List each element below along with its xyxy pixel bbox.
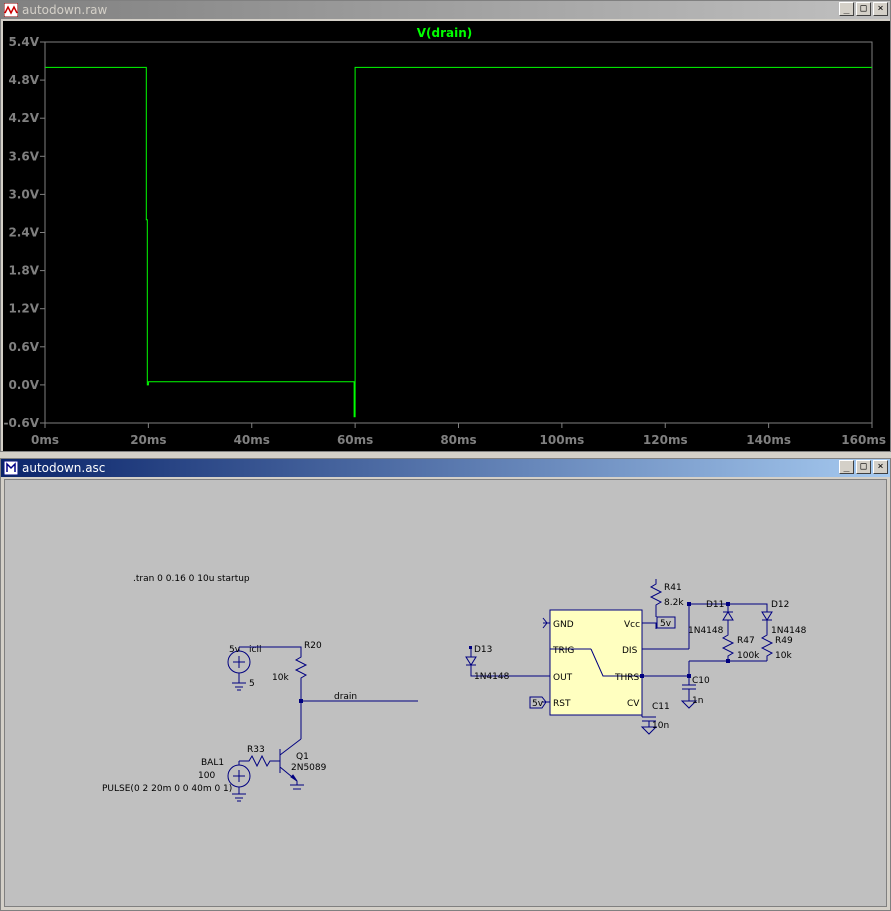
resistor-r33[interactable] (239, 754, 273, 768)
y-tick-label: 2.4V (8, 226, 39, 240)
resistor-r20[interactable] (294, 651, 308, 701)
pin-thrs: THRS (614, 673, 640, 683)
r20-value: 10k (272, 673, 289, 683)
plot-window-title: autodown.raw (22, 3, 108, 17)
plot-window-titlebar[interactable]: autodown.raw _ □ × (1, 1, 890, 19)
c10-value: 1n (692, 696, 703, 706)
plot-window: autodown.raw _ □ × 5.4V 4.8V 4.2V 3.6V 3.0V 2… (0, 0, 891, 452)
y-tick-label: 0.6V (8, 340, 39, 354)
r20-name: R20 (304, 641, 322, 651)
x-tick-label: 40ms (234, 433, 270, 447)
maximize-button[interactable]: □ (856, 460, 871, 474)
waveform-plot-area[interactable]: 5.4V 4.8V 4.2V 3.6V 3.0V 2.4V 1.8V 1.2V 0.6V 0.0V… (3, 21, 890, 451)
c10-name: C10 (692, 676, 710, 686)
y-tick-label: 1.2V (8, 302, 39, 316)
schematic-window-title: autodown.asc (22, 461, 106, 475)
y-tick-label: -0.6V (3, 416, 39, 430)
schematic-app-icon (4, 461, 18, 475)
schematic-canvas[interactable]: .tran 0 0.16 0 10u startup 5v icll 5 R20… (4, 479, 887, 907)
q1-model: 2N5089 (291, 763, 327, 773)
bal1-name: BAL1 (201, 758, 224, 768)
maximize-button[interactable]: □ (856, 2, 871, 16)
diode-d12[interactable] (728, 603, 773, 631)
waveform-app-icon (4, 3, 18, 17)
x-tick-label: 140ms (746, 433, 791, 447)
y-tick-label: 0.0V (8, 378, 39, 392)
v1-value: 5v (229, 645, 241, 655)
x-tick-label: 160ms (841, 433, 886, 447)
c11-name: C11 (652, 702, 670, 712)
pin-trig: TRIG (552, 646, 574, 656)
x-tick-label: 120ms (643, 433, 688, 447)
y-tick-label: 4.8V (8, 73, 39, 87)
resistor-r47[interactable] (721, 631, 735, 661)
voltage-source-bal1[interactable] (227, 761, 251, 802)
d13-name: D13 (474, 645, 492, 655)
chart-title: V(drain) (417, 26, 473, 40)
pin-rst: RST (553, 699, 571, 709)
minimize-button[interactable]: _ (839, 2, 854, 16)
r33-name: R33 (247, 745, 265, 755)
r41-name: R41 (664, 583, 682, 593)
close-button[interactable]: × (873, 2, 888, 16)
r49-value: 10k (775, 651, 792, 661)
schematic-window-titlebar[interactable]: autodown.asc _ □ × (1, 459, 890, 477)
junction-drain (299, 699, 303, 703)
plot-frame (44, 41, 873, 424)
v1-dc: 5 (249, 679, 255, 689)
diode-d11[interactable] (722, 604, 734, 631)
vcc-net-label: 5v (660, 619, 672, 629)
r41-value: 8.2k (664, 598, 684, 608)
c11-value: 10n (652, 721, 669, 731)
x-tick-label: 100ms (540, 433, 585, 447)
drain-net-label: drain (334, 692, 357, 702)
pin-vcc: Vcc (624, 620, 640, 630)
q1-name: Q1 (296, 752, 309, 762)
r47-name: R47 (737, 636, 755, 646)
x-tick-label: 80ms (440, 433, 476, 447)
d12-name: D12 (771, 600, 789, 610)
r49-name: R49 (775, 636, 793, 646)
d11-model: 1N4148 (688, 626, 724, 636)
d12-model: 1N4148 (771, 626, 807, 636)
y-tick-label: 4.2V (8, 111, 39, 125)
pin-gnd: GND (553, 620, 574, 630)
series-line-vdrain (45, 66, 872, 418)
r33-value: 100 (198, 771, 215, 781)
pin-dis: DIS (622, 646, 638, 656)
close-button[interactable]: × (873, 460, 888, 474)
y-tick-label: 1.8V (8, 264, 39, 278)
rst-net-label: 5v (532, 699, 544, 709)
resistor-r41[interactable] (649, 579, 663, 617)
tran-directive[interactable]: .tran 0 0.16 0 10u startup (133, 574, 250, 584)
d13-model: 1N4148 (474, 672, 510, 682)
x-tick-label: 20ms (130, 433, 166, 447)
r47-value: 100k (737, 651, 760, 661)
y-tick-label: 3.6V (8, 149, 39, 163)
x-tick-label: 60ms (337, 433, 373, 447)
minimize-button[interactable]: _ (839, 460, 854, 474)
x-tick-label: 0ms (31, 433, 59, 447)
y-tick-label: 3.0V (8, 187, 39, 201)
pin-cv: CV (627, 699, 640, 709)
schematic-drawing: .tran 0 0.16 0 10u startup 5v icll 5 R20… (102, 574, 807, 802)
y-tick-label: 5.4V (8, 35, 39, 49)
bal1-value: PULSE(0 2 20m 0 0 40m 0 1) (102, 784, 232, 794)
pin-out: OUT (553, 673, 573, 683)
waveform-chart: 5.4V 4.8V 4.2V 3.6V 3.0V 2.4V 1.8V 1.2V 0.6V 0.0V… (3, 26, 886, 447)
d11-name: D11 (706, 600, 724, 610)
